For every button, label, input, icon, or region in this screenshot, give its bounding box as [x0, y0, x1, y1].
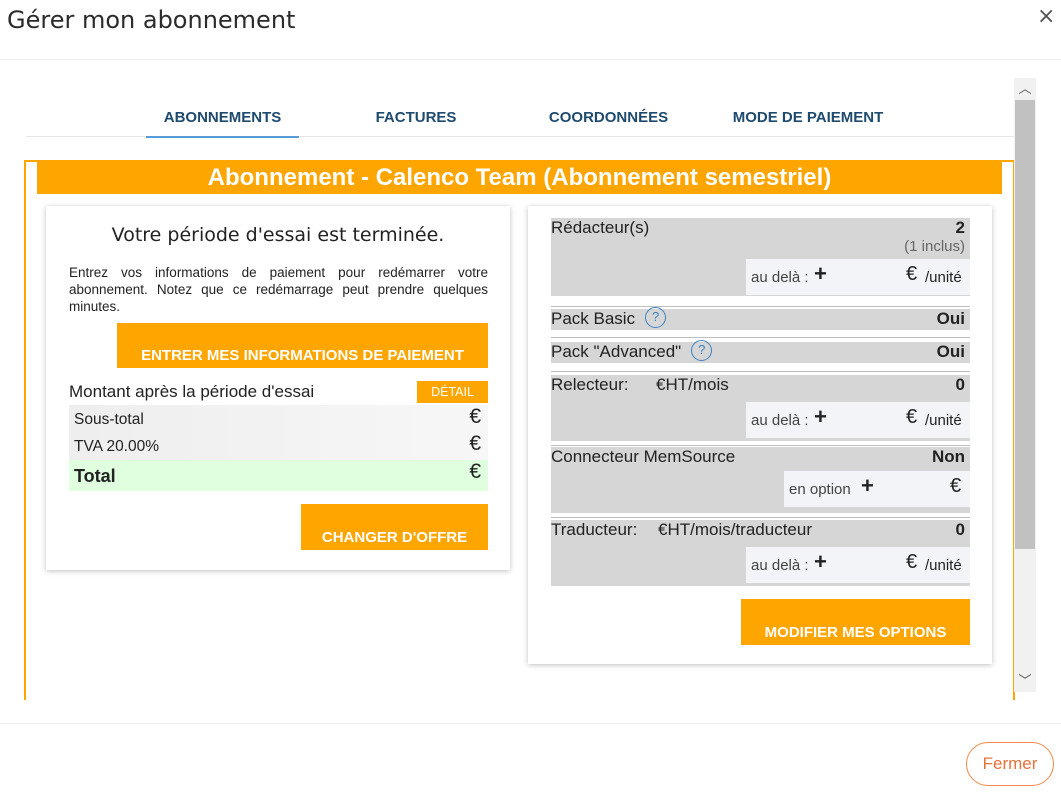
translator-unit: /unité [925, 557, 962, 574]
options-card: Rédacteur(s) 2 (1 inclus) au delà : + € … [528, 206, 992, 664]
pack-advanced-option: Pack "Advanced"? Oui [551, 340, 970, 363]
help-icon[interactable]: ? [691, 340, 713, 362]
memsource-value: Non [931, 447, 965, 466]
detail-button[interactable]: DÉTAIL [417, 381, 488, 403]
pack-basic-row: Pack Basic? [551, 307, 667, 330]
editors-option: Rédacteur(s) 2 (1 inclus) au delà : + € … [551, 218, 970, 296]
dialog-header: Gérer mon abonnement × [0, 0, 1061, 60]
scrollbar-thumb[interactable] [1015, 100, 1035, 549]
translator-option: Traducteur: €HT/mois/traducteur 0 au del… [551, 520, 970, 586]
pack-basic-value: Oui [936, 309, 965, 328]
dialog-footer: Fermer [0, 723, 1061, 796]
editors-euro: € [906, 263, 918, 285]
trial-text: Entrez vos informations de paiement pour… [69, 265, 488, 314]
proofreader-beyond-label: au delà : [751, 412, 809, 429]
vertical-scrollbar[interactable]: ︿ ﹀ [1014, 78, 1036, 692]
proofreader-plus-icon: + [814, 404, 827, 429]
proofreader-value: 0 [955, 375, 965, 394]
proofreader-option: Relecteur: €HT/mois 0 au delà : + € /uni… [551, 375, 970, 441]
subscription-banner: Abonnement - Calenco Team (Abonnement se… [37, 160, 1002, 194]
editors-unit: /unité [925, 269, 962, 286]
editors-included: (1 inclus) [904, 238, 965, 255]
translator-plus-icon: + [814, 549, 827, 574]
tab-abonnements[interactable]: ABONNEMENTS [146, 109, 299, 138]
dialog-content: ABONNEMENTS FACTURES COORDONNÉES MODE DE… [0, 61, 1061, 723]
translator-value: 0 [955, 520, 965, 539]
trial-heading: Votre période d'essai est terminée. [111, 224, 445, 246]
total-value: € [469, 460, 481, 483]
tab-bar: ABONNEMENTS FACTURES COORDONNÉES MODE DE… [26, 97, 1014, 138]
vat-row: TVA 20.00% € [69, 432, 488, 460]
pack-basic-option: Pack Basic? Oui [551, 307, 970, 330]
subtotal-label: Sous-total [74, 411, 144, 428]
scroll-up-icon[interactable]: ︿ [1014, 78, 1036, 100]
proofreader-price: €HT/mois [656, 375, 729, 394]
proofreader-extra-price: au delà : + € /unité [746, 402, 970, 438]
translator-beyond-label: au delà : [751, 557, 809, 574]
trial-card: Votre période d'essai est terminée. Entr… [46, 206, 510, 570]
memsource-option-price: en option + € [784, 471, 970, 507]
close-button[interactable]: Fermer [966, 742, 1054, 786]
tab-factures[interactable]: FACTURES [356, 109, 476, 126]
pack-advanced-value: Oui [936, 342, 965, 361]
help-icon[interactable]: ? [645, 307, 667, 329]
memsource-label: Connecteur MemSource [551, 447, 736, 466]
divider [551, 445, 970, 446]
translator-extra-price: au delà : + € /unité [746, 547, 970, 583]
divider [551, 306, 970, 307]
modify-options-button[interactable]: MODIFIER MES OPTIONS [741, 599, 970, 645]
divider [551, 517, 970, 518]
proofreader-unit: /unité [925, 412, 962, 429]
editors-label: Rédacteur(s) [551, 218, 650, 237]
translator-euro: € [906, 551, 918, 573]
divider [551, 337, 970, 338]
memsource-euro: € [950, 475, 962, 497]
translator-price: €HT/mois/traducteur [658, 520, 812, 539]
pack-advanced-row: Pack "Advanced"? [551, 340, 713, 363]
pack-advanced-label: Pack "Advanced" [551, 342, 682, 361]
proofreader-label: Relecteur: [551, 375, 629, 394]
tab-mode-de-paiement[interactable]: MODE DE PAIEMENT [726, 109, 890, 126]
vat-value: € [469, 432, 481, 455]
subtotal-row: Sous-total € [69, 405, 488, 432]
dialog-title: Gérer mon abonnement [7, 6, 296, 34]
scroll-down-icon[interactable]: ﹀ [1014, 670, 1036, 692]
memsource-option: Connecteur MemSource Non en option + € [551, 447, 970, 513]
memsource-option-label: en option [789, 481, 851, 498]
editors-value: 2 [955, 218, 965, 237]
memsource-plus-icon: + [861, 473, 874, 498]
enter-payment-info-button[interactable]: ENTRER MES INFORMATIONS DE PAIEMENT [117, 323, 488, 368]
pack-basic-label: Pack Basic [551, 309, 636, 328]
divider [551, 371, 970, 372]
editors-beyond-label: au delà : [751, 269, 809, 286]
change-offer-button[interactable]: CHANGER D'OFFRE [301, 504, 488, 550]
translator-label: Traducteur: [551, 520, 638, 539]
editors-plus-icon: + [814, 261, 827, 286]
total-label: Total [74, 466, 116, 486]
amount-after-trial-label: Montant après la période d'essai [69, 382, 315, 401]
subtotal-value: € [469, 405, 481, 428]
vat-label: TVA 20.00% [74, 438, 160, 455]
editors-extra-price: au delà : + € /unité [746, 259, 970, 295]
total-row: Total € [69, 460, 488, 491]
proofreader-euro: € [906, 406, 918, 428]
close-icon[interactable]: × [1037, 4, 1055, 29]
tab-coordonnees[interactable]: COORDONNÉES [536, 109, 681, 126]
